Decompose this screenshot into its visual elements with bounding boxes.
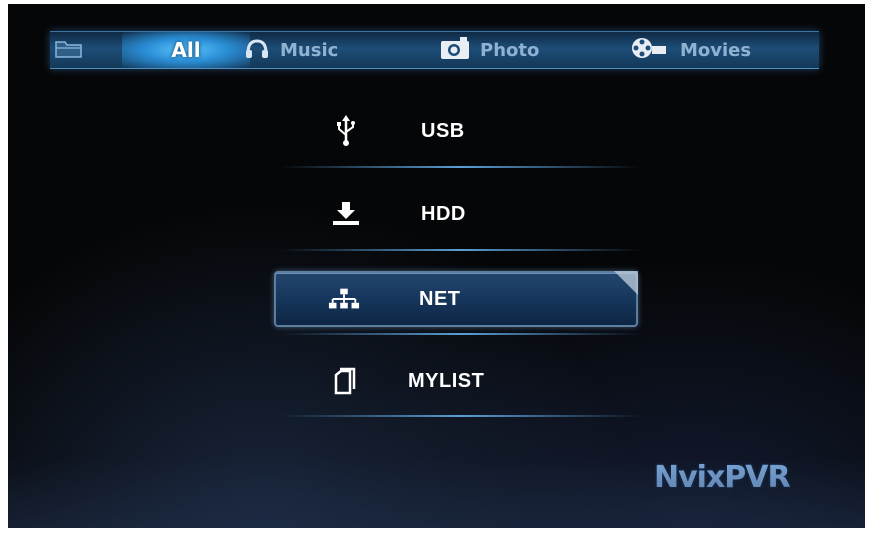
- menu-divider: [280, 415, 642, 417]
- tab-all[interactable]: All: [122, 32, 250, 68]
- camera-icon: [440, 36, 470, 65]
- tab-movies[interactable]: Movies: [630, 32, 751, 68]
- menu-item-mylist[interactable]: MYLIST: [278, 354, 638, 408]
- menu-divider: [280, 166, 642, 168]
- tab-music[interactable]: Music: [244, 32, 338, 68]
- menu-item-hdd[interactable]: HDD: [278, 187, 638, 241]
- brand-logo: NvixPVR: [654, 460, 791, 495]
- menu-item-usb[interactable]: USB: [278, 104, 638, 158]
- folder-icon: [54, 37, 84, 64]
- tab-photo[interactable]: Photo: [440, 32, 539, 68]
- menu-item-net-label: NET: [419, 287, 461, 310]
- hdd-icon: [330, 198, 362, 230]
- menu-divider: [280, 333, 642, 335]
- media-browser-screen: All Music Photo Movies USB HDD NET MYLIS…: [8, 4, 865, 528]
- menu-item-hdd-label: HDD: [421, 202, 466, 225]
- tab-movies-label: Movies: [680, 39, 752, 61]
- media-type-tab-bar: All Music Photo Movies: [50, 31, 819, 69]
- tab-music-label: Music: [280, 39, 339, 61]
- menu-item-usb-label: USB: [421, 119, 465, 142]
- tab-all-label: All: [171, 38, 201, 62]
- document-icon: [330, 365, 362, 397]
- headphones-icon: [244, 37, 270, 64]
- tab-photo-label: Photo: [480, 39, 540, 61]
- film-reel-icon: [630, 36, 670, 65]
- menu-item-net[interactable]: NET: [274, 271, 638, 327]
- network-icon: [328, 283, 360, 315]
- menu-divider: [280, 249, 642, 251]
- menu-item-mylist-label: MYLIST: [408, 369, 485, 392]
- tab-folder[interactable]: [54, 32, 94, 68]
- usb-icon: [330, 115, 362, 147]
